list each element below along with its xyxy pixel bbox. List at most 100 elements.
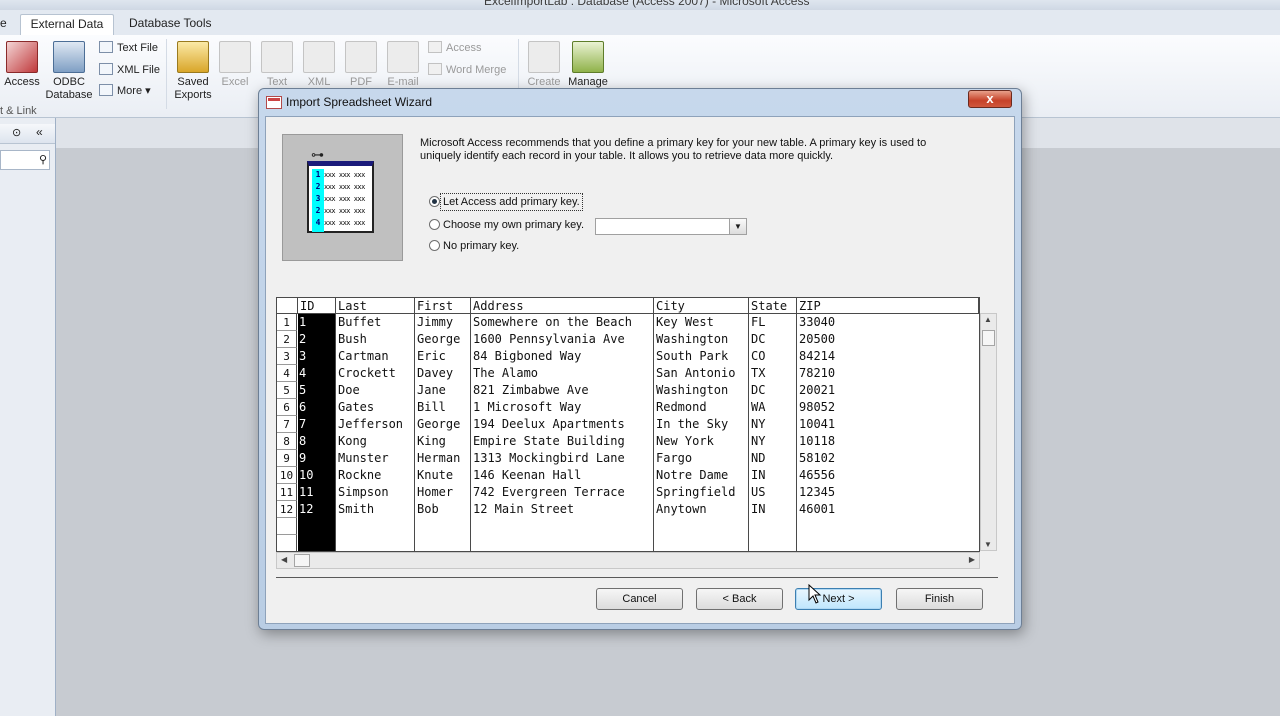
cell-state: US [751,485,766,499]
radio-choose-own-key[interactable]: Choose my own primary key. [429,219,584,231]
column-header-city[interactable]: City [654,298,749,314]
more-icon [99,84,113,96]
column-header-last[interactable]: Last [336,298,415,314]
import-spreadsheet-wizard-dialog: Import Spreadsheet Wizard x ⊶ 1 xxx xxx x… [258,88,1022,630]
import-xml-file-button[interactable]: XML File [99,63,160,77]
scroll-down-icon[interactable]: ▼ [984,540,992,549]
cell-first: Homer [417,485,454,499]
scroll-right-icon[interactable]: ▶ [969,555,975,564]
word-merge-icon [428,63,442,75]
cell-zip: 78210 [799,366,836,380]
nav-search-input[interactable]: ⚲ [0,150,50,170]
text-export-icon [261,41,293,73]
tab-home-partial[interactable]: e [0,14,13,35]
import-xml-file-label: XML File [117,64,160,76]
horizontal-scroll-thumb[interactable] [294,554,310,567]
column-header-address[interactable]: Address [471,298,654,314]
illustration-row: 2 xxx xxx xxx [312,205,372,217]
tab-database-tools[interactable]: Database Tools [123,14,218,35]
row-number: 9 [277,450,297,467]
cell-address: 1600 Pennsylvania Ave [473,332,625,346]
dialog-title: Import Spreadsheet Wizard [286,95,433,109]
manage-icon [572,41,604,73]
cell-last: Bush [338,332,367,346]
nav-menu-icon[interactable]: ⊙ [12,126,21,139]
vertical-scrollbar[interactable]: ▲ ▼ [980,313,997,551]
cell-state: FL [751,315,766,329]
column-header-state[interactable]: State [749,298,797,314]
cell-address: 1313 Mockingbird Lane [473,451,625,465]
export-email-label: E-mail [387,76,419,88]
illustration-row: 2 xxx xxx xxx [312,181,372,193]
saved-exports-button[interactable]: Saved Exports [171,41,215,102]
export-pdf-button[interactable]: PDF [343,41,379,89]
button-divider [276,577,998,578]
navigation-pane-header[interactable]: ⊙ « [0,124,55,144]
import-odbc-button[interactable]: ODBC Database [44,41,94,102]
radio-indicator[interactable] [429,240,440,251]
vertical-scroll-thumb[interactable] [982,330,995,346]
radio-no-primary-key[interactable]: No primary key. [429,240,519,252]
export-xml-button[interactable]: XML [301,41,337,89]
dialog-body: ⊶ 1 xxx xxx xxx 2 xxx xxx xxx 3 xxx xxx xxx 2 x… [265,116,1015,624]
cell-id: 10 [299,468,314,482]
column-divider [335,314,336,551]
export-access-button[interactable]: Access [428,41,481,55]
close-icon: x [986,91,994,106]
scroll-up-icon[interactable]: ▲ [984,315,992,324]
illustration-row: 1 xxx xxx xxx [312,169,372,181]
manage-replies-button[interactable]: Manage [566,41,610,89]
tab-external-data[interactable]: External Data [20,14,114,35]
primary-key-field-select[interactable]: ▼ [595,218,747,235]
close-button[interactable]: x [968,90,1012,108]
cell-address: 84 Bigboned Way [473,349,582,363]
ribbon-tab-row: e External Data Database Tools [0,10,1280,35]
ribbon-separator [166,39,167,109]
import-more-button[interactable]: More ▾ [99,84,151,98]
radio-indicator-selected[interactable] [429,196,440,207]
cell-last: Gates [338,400,375,414]
back-button[interactable]: < Back [696,588,783,610]
cell-zip: 98052 [799,400,836,414]
cancel-button[interactable]: Cancel [596,588,683,610]
radio-indicator[interactable] [429,219,440,230]
cell-state: WA [751,400,766,414]
column-header-zip[interactable]: ZIP [797,298,979,314]
column-header-first[interactable]: First [415,298,471,314]
illustration-row-number: 2 [315,182,321,191]
word-merge-button[interactable]: Word Merge [428,63,506,77]
cell-state: CO [751,349,766,363]
cell-first: Eric [417,349,446,363]
import-access-button[interactable]: Access [2,41,42,89]
export-text-button[interactable]: Text [259,41,295,89]
cell-zip: 10041 [799,417,836,431]
cell-id: 6 [299,400,307,414]
cell-state: DC [751,383,766,397]
row-number: 4 [277,365,297,382]
nav-collapse-icon[interactable]: « [36,125,43,139]
illustration-row-text: xxx xxx xxx [324,207,365,215]
xml-file-icon [99,63,113,75]
data-preview-grid[interactable]: ID Last First Address City State ZIP 123456789… [276,297,980,552]
import-text-file-button[interactable]: Text File [99,41,158,55]
dialog-titlebar[interactable]: Import Spreadsheet Wizard x [259,89,1021,115]
horizontal-scrollbar[interactable]: ◀ ▶ [276,552,980,569]
cell-last: Rockne [338,468,382,482]
chevron-down-icon[interactable]: ▼ [729,219,746,234]
mouse-cursor-icon [808,584,822,604]
cell-zip: 46001 [799,502,836,516]
cell-city: Fargo [656,451,693,465]
row-number: 1 [277,314,297,331]
cell-city: Notre Dame [656,468,729,482]
scroll-left-icon[interactable]: ◀ [281,555,287,564]
search-icon[interactable]: ⚲ [39,153,47,166]
finish-button[interactable]: Finish [896,588,983,610]
cell-last: Doe [338,383,360,397]
radio-let-access-add-key[interactable]: Let Access add primary key. [429,193,583,211]
export-excel-button[interactable]: Excel [217,41,253,89]
cell-address: 146 Keenan Hall [473,468,582,482]
illustration-row-text: xxx xxx xxx [324,183,365,191]
export-email-button[interactable]: E-mail [383,41,423,89]
create-email-button[interactable]: Create [524,41,564,89]
column-header-id[interactable]: ID [298,298,336,314]
